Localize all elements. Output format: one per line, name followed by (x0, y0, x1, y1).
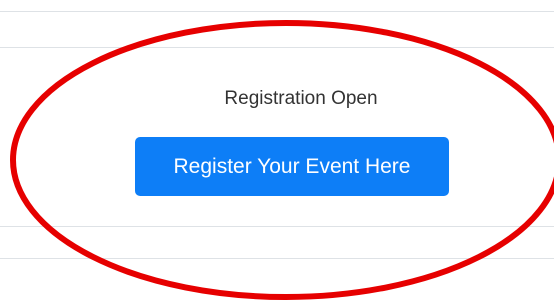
registration-status-text: Registration Open (224, 88, 378, 109)
page: Registration Open Register Your Event He… (0, 0, 554, 303)
table-row-divider (0, 258, 554, 259)
table-row-divider (0, 226, 554, 227)
table-row-divider (0, 11, 554, 12)
register-event-button[interactable]: Register Your Event Here (135, 137, 449, 196)
